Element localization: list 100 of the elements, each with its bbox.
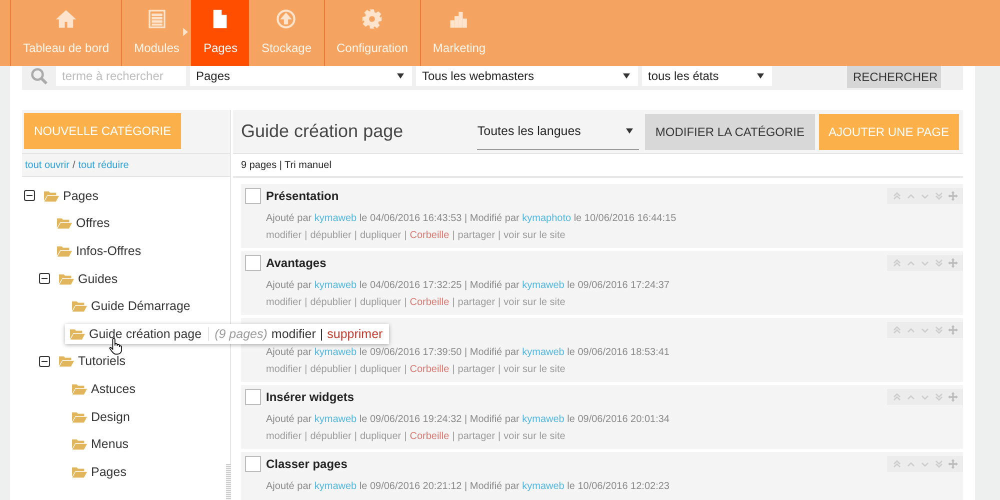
delete-link[interactable]: supprimer	[327, 326, 383, 341]
search-button[interactable]: RECHERCHER	[847, 66, 941, 88]
tree-item[interactable]: Guides	[56, 272, 118, 286]
editor-link[interactable]: kymaweb	[522, 280, 564, 291]
drag-handle-icon[interactable]	[948, 191, 958, 201]
move-bottom-icon[interactable]	[934, 191, 944, 201]
tree-item[interactable]: Pages	[41, 188, 98, 203]
separator-text: |	[404, 230, 407, 241]
drag-handle-icon[interactable]	[948, 258, 958, 268]
filter-dropdown[interactable]: Pages	[190, 66, 412, 86]
caret-icon	[623, 73, 630, 79]
action-link[interactable]: voir sur le site	[504, 364, 566, 375]
search-field[interactable]: terme à rechercher	[56, 66, 186, 86]
scrollbar-thumb[interactable]	[226, 464, 231, 500]
separator-text: |	[354, 364, 357, 375]
editor-link[interactable]: kymaweb	[522, 347, 564, 358]
action-link[interactable]: voir sur le site	[504, 230, 566, 241]
tree-item[interactable]: Design	[69, 410, 130, 424]
filter-dropdown[interactable]: tous les états	[642, 66, 772, 86]
action-link[interactable]: dupliquer	[360, 230, 402, 241]
upload-icon	[276, 9, 296, 29]
collapse-toggle-icon[interactable]	[24, 190, 35, 202]
action-link[interactable]: partager	[458, 297, 496, 308]
tree-item[interactable]: Tutoriels	[56, 354, 126, 368]
trash-link[interactable]: Corbeille	[410, 230, 450, 241]
action-link[interactable]: partager	[458, 431, 496, 442]
action-link[interactable]: voir sur le site	[504, 431, 566, 442]
action-link[interactable]: modifier	[266, 297, 302, 308]
checkbox[interactable]	[245, 456, 261, 472]
action-link[interactable]: dépublier	[310, 297, 352, 308]
drag-handle-icon[interactable]	[948, 325, 958, 335]
language-dropdown[interactable]: Toutes les langues	[477, 114, 640, 150]
trash-link[interactable]: Corbeille	[410, 431, 450, 442]
editor-link[interactable]: kymaweb	[522, 414, 564, 425]
add-page-button[interactable]: AJOUTER UNE PAGE	[818, 114, 959, 150]
tree-item[interactable]: Guide création page	[89, 326, 202, 341]
folder-icon	[59, 355, 74, 368]
move-top-icon[interactable]	[892, 459, 902, 469]
tree-item[interactable]: Menus	[69, 437, 129, 452]
action-link[interactable]: dupliquer	[360, 431, 402, 442]
action-link[interactable]: modifier	[266, 364, 302, 375]
editor-link[interactable]: kymaphoto	[522, 213, 572, 224]
tree-item[interactable]: Offres	[54, 216, 110, 230]
move-top-icon[interactable]	[892, 392, 902, 402]
checkbox[interactable]	[245, 389, 261, 405]
nav-tab[interactable]: Stockage	[249, 0, 324, 66]
action-link[interactable]: modifier	[266, 431, 302, 442]
tree-item[interactable]: Astuces	[69, 382, 136, 396]
action-link[interactable]: modifier	[266, 230, 302, 241]
edit-link[interactable]: modifier	[271, 326, 316, 341]
move-top-icon[interactable]	[892, 325, 902, 335]
move-bottom-icon[interactable]	[934, 392, 944, 402]
trash-link[interactable]: Corbeille	[410, 364, 450, 375]
action-link[interactable]: partager	[458, 230, 496, 241]
action-link[interactable]: dépublier	[310, 230, 352, 241]
author-link[interactable]: kymaweb	[314, 213, 357, 224]
edit-category-button[interactable]: MODIFIER LA CATÉGORIE	[645, 114, 815, 150]
drag-handle-icon[interactable]	[948, 459, 958, 469]
action-link[interactable]: voir sur le site	[504, 297, 566, 308]
tree-item[interactable]: Pages	[69, 464, 126, 479]
move-top-icon[interactable]	[892, 191, 902, 201]
separator-text: |	[304, 297, 308, 308]
tree-item[interactable]: Infos-Offres	[54, 244, 142, 258]
author-link[interactable]: kymaweb	[314, 347, 357, 358]
action-link[interactable]: dupliquer	[360, 364, 402, 375]
separator-text: |	[452, 364, 455, 375]
nav-tab[interactable]: Pages	[191, 0, 250, 66]
collapse-toggle-icon[interactable]	[39, 273, 50, 284]
expand-all-link[interactable]: tout ouvrir	[25, 160, 70, 170]
author-link[interactable]: kymaweb	[314, 414, 357, 425]
drag-handle-icon[interactable]	[948, 392, 958, 402]
caret-icon	[757, 73, 764, 79]
author-link[interactable]: kymaweb	[314, 481, 357, 492]
separator-text: |	[452, 230, 455, 241]
folder-icon	[70, 328, 85, 340]
checkbox[interactable]	[245, 255, 261, 271]
page-title[interactable]: Insérer widgets	[266, 390, 354, 404]
page-title[interactable]: Avantages	[266, 256, 326, 270]
trash-link[interactable]: Corbeille	[410, 297, 450, 308]
new-category-button[interactable]: NOUVELLE CATÉGORIE	[24, 113, 182, 149]
action-link[interactable]: partager	[458, 364, 496, 375]
collapse-all-link[interactable]: tout réduire	[78, 160, 129, 170]
move-bottom-icon[interactable]	[934, 459, 944, 469]
move-bottom-icon[interactable]	[934, 325, 944, 335]
page-meta: Ajouté par kymaweb le 09/06/2016 17:39:50 | Modifié par kymaweb le 09/06/2016 18:53:41	[265, 347, 670, 358]
page-title[interactable]: Classer pages	[266, 457, 348, 471]
tree-item[interactable]: Guide Démarrage	[69, 299, 190, 314]
separator-text: |	[304, 230, 308, 241]
action-link[interactable]: dépublier	[310, 364, 352, 375]
move-bottom-icon[interactable]	[934, 258, 944, 268]
filter-dropdown[interactable]: Tous les webmasters	[416, 66, 638, 86]
collapse-toggle-icon[interactable]	[39, 356, 50, 367]
checkbox[interactable]	[245, 188, 261, 204]
action-link[interactable]: dupliquer	[360, 297, 402, 308]
page-title[interactable]: Présentation	[266, 189, 339, 203]
move-top-icon[interactable]	[892, 258, 902, 268]
action-link[interactable]: dépublier	[310, 431, 352, 442]
folder-icon	[72, 466, 87, 478]
author-link[interactable]: kymaweb	[314, 280, 357, 291]
editor-link[interactable]: kymaweb	[522, 481, 564, 492]
